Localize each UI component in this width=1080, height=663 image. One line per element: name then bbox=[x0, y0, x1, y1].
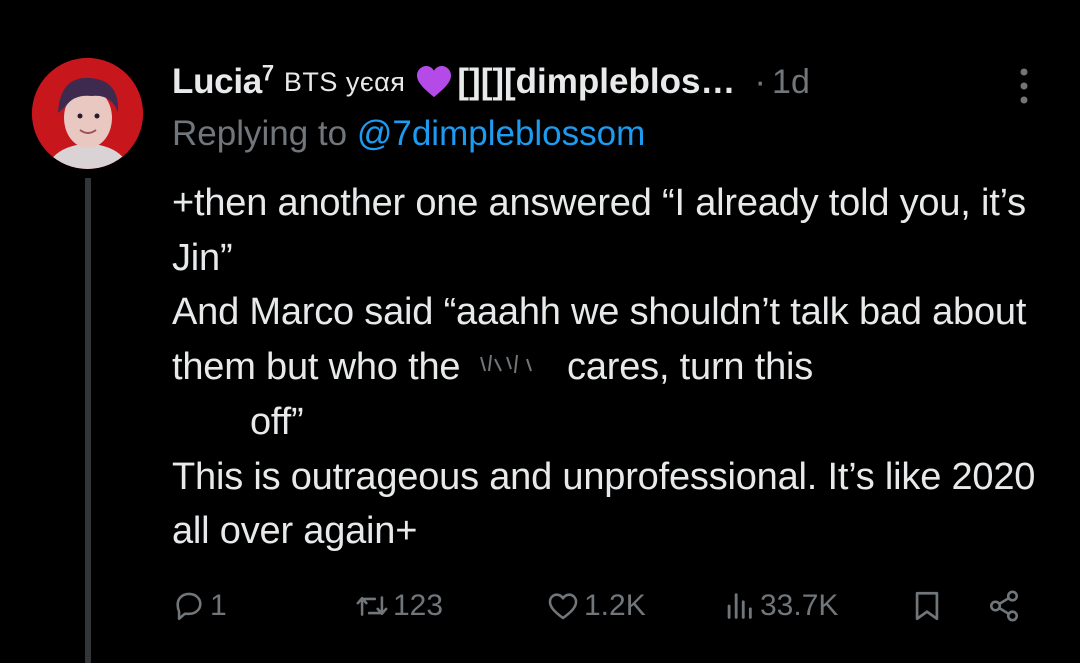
retweet-count: 123 bbox=[393, 589, 444, 622]
purple-heart-icon bbox=[417, 65, 452, 98]
like-count: 1.2K bbox=[584, 589, 646, 622]
replying-mention[interactable]: @7dimpleblossom bbox=[357, 114, 645, 153]
thread-line bbox=[85, 178, 91, 663]
reply-icon bbox=[176, 592, 202, 621]
tweet-paragraph-2: And Marco said “aaahh we shouldn’t talk … bbox=[172, 285, 1052, 394]
like-icon bbox=[548, 593, 578, 620]
avatar[interactable] bbox=[32, 58, 143, 169]
bookmark-icon bbox=[915, 591, 939, 621]
censored-word bbox=[479, 354, 532, 374]
retweet-button[interactable]: 123 bbox=[355, 583, 443, 629]
timestamp[interactable]: 1d bbox=[772, 63, 810, 102]
share-button[interactable] bbox=[987, 583, 1021, 629]
separator-dot: · bbox=[754, 62, 767, 101]
tweet-header: Lucia7 BTS уєαя [][][dimpleblosso... · 1… bbox=[172, 56, 990, 108]
avatar-image bbox=[32, 58, 143, 169]
views-count: 33.7K bbox=[760, 589, 839, 622]
action-bar: 1 123 1.2K 33.7K bbox=[172, 583, 1032, 629]
more-icon[interactable] bbox=[1014, 66, 1034, 106]
tweet-paragraph-3: This is outrageous and unprofessional. I… bbox=[172, 455, 1036, 553]
tweet-paragraph-2-end: off” bbox=[250, 400, 304, 443]
author-handle[interactable]: [][][dimpleblosso... bbox=[457, 62, 742, 102]
author-name[interactable]: Lucia7 bbox=[172, 62, 274, 102]
share-icon bbox=[989, 590, 1019, 622]
tweet-text-segment: cares, turn this bbox=[567, 346, 814, 389]
replying-prefix: Replying to bbox=[172, 114, 348, 153]
views-icon bbox=[727, 593, 752, 619]
reply-count: 1 bbox=[210, 589, 227, 622]
tweet-text: +then another one answered “I already to… bbox=[172, 176, 1052, 559]
replying-to: Replying to @7dimpleblossom bbox=[172, 114, 645, 154]
retweet-icon bbox=[356, 596, 388, 616]
views-button[interactable]: 33.7K bbox=[722, 583, 838, 629]
tweet-paragraph-1: +then another one answered “I already to… bbox=[172, 182, 1026, 279]
reply-button[interactable]: 1 bbox=[172, 583, 227, 629]
like-button[interactable]: 1.2K bbox=[546, 583, 646, 629]
author-tag: BTS уєαя bbox=[283, 66, 406, 97]
bookmark-button[interactable] bbox=[910, 583, 944, 629]
